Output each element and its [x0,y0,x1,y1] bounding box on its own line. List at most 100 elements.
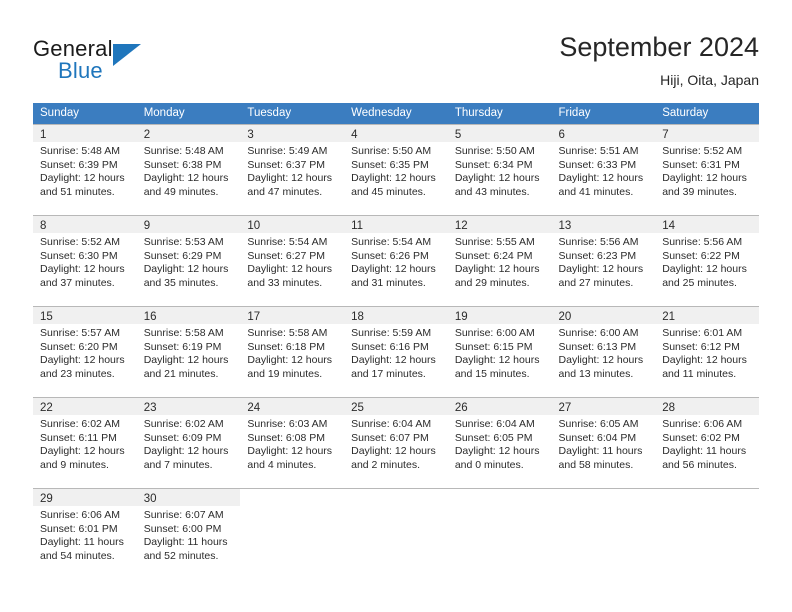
day-cell[interactable]: 14 Sunrise: 5:56 AM Sunset: 6:22 PM Dayl… [655,216,759,305]
sunset-text: Sunset: 6:38 PM [143,158,222,171]
day-number-bar: 11 [344,216,448,233]
sunrise-text: Sunrise: 6:01 AM [662,327,743,339]
sunset-text: Sunset: 6:12 PM [662,340,740,353]
day-details: Sunrise: 5:56 AM Sunset: 6:23 PM Dayligh… [552,233,656,290]
sunset-text: Sunset: 6:01 PM [40,522,118,535]
sunrise-text: Sunrise: 5:52 AM [40,236,120,248]
daylight-text-line1: Daylight: 11 hours [40,536,124,549]
day-cell[interactable]: 12 Sunrise: 5:55 AM Sunset: 6:24 PM Dayl… [447,216,552,305]
general-blue-logo[interactable]: General Blue [33,36,193,88]
day-number: 26 [454,402,468,414]
day-number-bar: 13 [551,216,656,233]
day-cell[interactable]: 23 Sunrise: 6:02 AM Sunset: 6:09 PM Dayl… [136,398,241,487]
day-number: 2 [143,129,151,141]
daylight-text-line2: and 21 minutes. [143,367,219,380]
day-cell[interactable]: 29 Sunrise: 6:06 AM Sunset: 6:01 PM Dayl… [33,489,137,578]
day-cell[interactable]: 28 Sunrise: 6:06 AM Sunset: 6:02 PM Dayl… [655,398,759,487]
daylight-text-line2: and 4 minutes. [247,458,317,471]
calendar-grid: Sunday Monday Tuesday Wednesday Thursday… [33,103,759,579]
day-cell[interactable]: 20 Sunrise: 6:00 AM Sunset: 6:13 PM Dayl… [551,307,656,396]
sunrise-text: Sunrise: 5:53 AM [143,236,224,248]
day-number-bar: 21 [655,307,759,324]
day-details: Sunrise: 5:55 AM Sunset: 6:24 PM Dayligh… [448,233,552,290]
sunrise-text: Sunrise: 6:07 AM [143,509,224,521]
daylight-text-line2: and 19 minutes. [247,367,323,380]
day-number-bar: 15 [33,307,137,324]
sunrise-text: Sunrise: 5:48 AM [40,145,120,157]
day-number: 11 [351,220,364,232]
day-cell[interactable]: 24 Sunrise: 6:03 AM Sunset: 6:08 PM Dayl… [240,398,345,487]
daylight-text-line2: and 41 minutes. [558,185,634,198]
sunset-text: Sunset: 6:20 PM [40,340,118,353]
day-details: Sunrise: 6:00 AM Sunset: 6:13 PM Dayligh… [552,324,656,381]
day-cell[interactable]: 11 Sunrise: 5:54 AM Sunset: 6:26 PM Dayl… [344,216,448,305]
day-cell[interactable]: 18 Sunrise: 5:59 AM Sunset: 6:16 PM Dayl… [344,307,448,396]
daylight-text-line1: Daylight: 12 hours [40,354,125,367]
day-cell[interactable]: 9 Sunrise: 5:53 AM Sunset: 6:29 PM Dayli… [136,216,241,305]
daylight-text-line1: Daylight: 12 hours [454,263,540,276]
day-number-bar: 25 [344,398,448,415]
day-cell[interactable]: 5 Sunrise: 5:50 AM Sunset: 6:34 PM Dayli… [447,125,552,214]
daylight-text-line1: Daylight: 12 hours [662,263,747,276]
daylight-text-line2: and 29 minutes. [454,276,530,289]
sunset-text: Sunset: 6:15 PM [454,340,533,353]
day-cell[interactable]: 6 Sunrise: 5:51 AM Sunset: 6:33 PM Dayli… [551,125,656,214]
day-cell[interactable]: 10 Sunrise: 5:54 AM Sunset: 6:27 PM Dayl… [240,216,345,305]
page-title: September 2024 [559,32,759,62]
daylight-text-line2: and 13 minutes. [558,367,634,380]
sunset-text: Sunset: 6:23 PM [558,249,637,262]
sunset-text: Sunset: 6:19 PM [143,340,222,353]
day-cell[interactable]: 1 Sunrise: 5:48 AM Sunset: 6:39 PM Dayli… [33,125,137,214]
day-cell[interactable]: 7 Sunrise: 5:52 AM Sunset: 6:31 PM Dayli… [655,125,759,214]
day-cell[interactable]: 27 Sunrise: 6:05 AM Sunset: 6:04 PM Dayl… [551,398,656,487]
day-cell[interactable]: 30 Sunrise: 6:07 AM Sunset: 6:00 PM Dayl… [136,489,241,578]
logo-text-blue: Blue [58,58,103,83]
day-number-bar: 12 [447,216,552,233]
day-details: Sunrise: 5:59 AM Sunset: 6:16 PM Dayligh… [344,324,448,381]
day-cell[interactable]: 15 Sunrise: 5:57 AM Sunset: 6:20 PM Dayl… [33,307,137,396]
sunset-text: Sunset: 6:26 PM [351,249,429,262]
day-cell[interactable]: 25 Sunrise: 6:04 AM Sunset: 6:07 PM Dayl… [344,398,448,487]
day-cell[interactable]: 3 Sunrise: 5:49 AM Sunset: 6:37 PM Dayli… [240,125,345,214]
day-number-bar: 17 [240,307,345,324]
sunrise-text: Sunrise: 5:52 AM [662,145,743,157]
day-details: Sunrise: 5:54 AM Sunset: 6:27 PM Dayligh… [240,233,344,290]
daylight-text-line1: Daylight: 12 hours [558,263,644,276]
day-cell[interactable]: 2 Sunrise: 5:48 AM Sunset: 6:38 PM Dayli… [136,125,241,214]
sunset-text: Sunset: 6:24 PM [454,249,533,262]
day-number: 30 [143,493,157,505]
day-details: Sunrise: 5:54 AM Sunset: 6:26 PM Dayligh… [344,233,448,290]
daylight-text-line1: Daylight: 12 hours [40,263,125,276]
sunset-text: Sunset: 6:04 PM [558,431,637,444]
day-number-bar: 9 [136,216,241,233]
daylight-text-line2: and 2 minutes. [351,458,420,471]
day-cell[interactable]: 19 Sunrise: 6:00 AM Sunset: 6:15 PM Dayl… [447,307,552,396]
day-cell[interactable]: 21 Sunrise: 6:01 AM Sunset: 6:12 PM Dayl… [655,307,759,396]
daylight-text-line1: Daylight: 11 hours [662,445,747,458]
day-cell[interactable]: 13 Sunrise: 5:56 AM Sunset: 6:23 PM Dayl… [551,216,656,305]
day-details: Sunrise: 5:48 AM Sunset: 6:39 PM Dayligh… [33,142,137,199]
day-cell[interactable]: 22 Sunrise: 6:02 AM Sunset: 6:11 PM Dayl… [33,398,137,487]
sunrise-text: Sunrise: 5:51 AM [558,145,639,157]
day-cell[interactable]: 8 Sunrise: 5:52 AM Sunset: 6:30 PM Dayli… [33,216,137,305]
daylight-text-line1: Daylight: 12 hours [247,354,333,367]
sunrise-text: Sunrise: 5:58 AM [143,327,224,339]
sunset-text: Sunset: 6:11 PM [40,431,117,444]
day-cell-empty [551,489,656,578]
day-number-bar [344,489,448,506]
day-number-bar: 2 [136,125,241,142]
day-cell[interactable]: 26 Sunrise: 6:04 AM Sunset: 6:05 PM Dayl… [447,398,552,487]
day-number-bar: 1 [33,125,137,142]
daylight-text-line1: Daylight: 12 hours [454,354,540,367]
sunrise-text: Sunrise: 6:06 AM [662,418,743,430]
day-cell[interactable]: 17 Sunrise: 5:58 AM Sunset: 6:18 PM Dayl… [240,307,345,396]
sunset-text: Sunset: 6:27 PM [247,249,326,262]
day-number: 1 [40,129,47,141]
daylight-text-line1: Daylight: 11 hours [558,445,643,458]
day-cell[interactable]: 16 Sunrise: 5:58 AM Sunset: 6:19 PM Dayl… [136,307,241,396]
day-number: 8 [40,220,47,232]
week-row: 15 Sunrise: 5:57 AM Sunset: 6:20 PM Dayl… [33,306,759,397]
sunrise-text: Sunrise: 5:56 AM [558,236,639,248]
daylight-text-line1: Daylight: 12 hours [351,263,436,276]
day-cell[interactable]: 4 Sunrise: 5:50 AM Sunset: 6:35 PM Dayli… [344,125,448,214]
